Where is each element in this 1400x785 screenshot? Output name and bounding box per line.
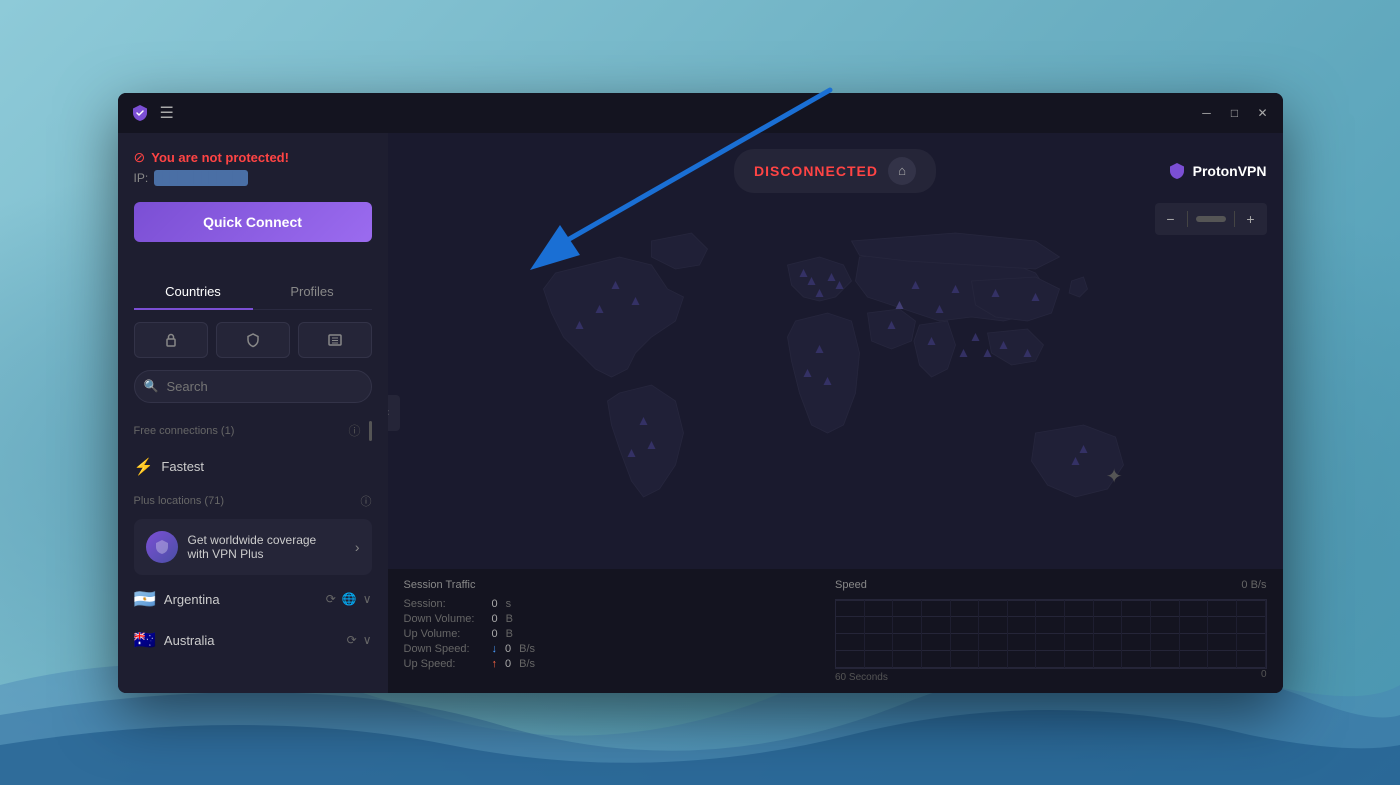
connection-status-badge: DISCONNECTED ⌂ bbox=[734, 149, 936, 193]
proton-shield-icon bbox=[130, 103, 150, 123]
tab-countries[interactable]: Countries bbox=[134, 274, 253, 309]
main-content: ⊘ You are not protected! IP: ██████████ … bbox=[118, 133, 1283, 693]
search-box: 🔍 bbox=[134, 370, 372, 403]
stat-session: Session: 0 s bbox=[404, 598, 836, 610]
protection-status: ⊘ You are not protected! bbox=[134, 149, 372, 166]
upgrade-subtitle: with VPN Plus bbox=[188, 547, 345, 561]
shield-icon bbox=[245, 332, 261, 348]
argentina-globe-icon[interactable]: 🌐 bbox=[342, 592, 357, 606]
up-arrow-icon: ↑ bbox=[492, 658, 498, 670]
ip-value: ██████████ bbox=[154, 170, 248, 186]
minimize-button[interactable]: ─ bbox=[1199, 105, 1215, 121]
fastest-server-item[interactable]: ⚡ Fastest bbox=[126, 447, 380, 487]
australia-connect-icon[interactable]: ⟳ bbox=[347, 633, 357, 647]
server-list: Free connections (1) ⓘ ⚡ Fastest Plus lo… bbox=[118, 415, 388, 693]
world-map-container: ✦ bbox=[388, 209, 1283, 569]
sidebar-collapse-button[interactable]: ‹ bbox=[388, 395, 400, 431]
proton-logo: ProtonVPN bbox=[1167, 161, 1267, 181]
close-button[interactable]: ✕ bbox=[1255, 105, 1271, 121]
session-traffic-label: Session Traffic bbox=[404, 579, 836, 591]
ocean-marker-icon: ✦ bbox=[1106, 464, 1123, 489]
argentina-actions: ⟳ 🌐 ∨ bbox=[326, 592, 372, 606]
upgrade-avatar bbox=[146, 531, 178, 563]
map-panel: ‹ DISCONNECTED ⌂ ProtonVPN − bbox=[388, 133, 1283, 693]
speed-graph bbox=[835, 599, 1267, 669]
window-controls: ─ □ ✕ bbox=[1199, 105, 1271, 121]
upgrade-card[interactable]: Get worldwide coverage with VPN Plus › bbox=[134, 519, 372, 575]
filter-secure-button[interactable] bbox=[216, 322, 290, 358]
title-bar: ☰ ─ □ ✕ bbox=[118, 93, 1283, 133]
lock-icon bbox=[163, 332, 179, 348]
proton-shield-small-icon bbox=[153, 538, 171, 556]
ip-label: IP: bbox=[134, 171, 149, 185]
argentina-name: Argentina bbox=[164, 592, 318, 607]
australia-flag-icon: 🇦🇺 bbox=[134, 630, 156, 651]
stat-up-speed: Up Speed: ↑ 0 B/s bbox=[404, 658, 836, 670]
upgrade-title: Get worldwide coverage bbox=[188, 533, 345, 547]
upgrade-arrow-icon: › bbox=[355, 539, 360, 555]
graph-time-label: 60 Seconds bbox=[835, 672, 888, 683]
warning-icon: ⊘ bbox=[134, 149, 146, 166]
protection-text: You are not protected! bbox=[151, 150, 289, 165]
list-icon bbox=[327, 332, 343, 348]
stat-up-volume: Up Volume: 0 B bbox=[404, 628, 836, 640]
proton-vpn-logo-icon bbox=[1167, 161, 1187, 181]
country-item-australia[interactable]: 🇦🇺 Australia ⟳ ∨ bbox=[126, 620, 380, 661]
plus-locations-header: Plus locations (71) ⓘ bbox=[126, 487, 380, 515]
down-arrow-icon: ↓ bbox=[492, 643, 498, 655]
tab-profiles[interactable]: Profiles bbox=[253, 274, 372, 309]
sidebar: ⊘ You are not protected! IP: ██████████ … bbox=[118, 133, 388, 693]
filter-list-button[interactable] bbox=[298, 322, 372, 358]
australia-actions: ⟳ ∨ bbox=[347, 633, 372, 647]
country-item-argentina[interactable]: 🇦🇷 Argentina ⟳ 🌐 ∨ bbox=[126, 579, 380, 620]
speed-graph-panel: Speed 0 B/s bbox=[835, 579, 1267, 683]
search-icon: 🔍 bbox=[144, 379, 159, 393]
sidebar-header: ⊘ You are not protected! IP: ██████████ … bbox=[118, 133, 388, 274]
argentina-connect-icon[interactable]: ⟳ bbox=[326, 592, 336, 606]
ip-row: IP: ██████████ bbox=[134, 170, 372, 186]
maximize-button[interactable]: □ bbox=[1227, 105, 1243, 121]
australia-expand-icon[interactable]: ∨ bbox=[363, 633, 372, 647]
disconnected-text: DISCONNECTED bbox=[754, 163, 878, 179]
search-input[interactable] bbox=[134, 370, 372, 403]
fastest-icon: ⚡ bbox=[134, 457, 154, 477]
stat-down-speed: Down Speed: ↓ 0 B/s bbox=[404, 643, 836, 655]
graph-zero-label: 0 bbox=[1261, 669, 1267, 683]
filter-all-button[interactable] bbox=[134, 322, 208, 358]
speed-label: Speed bbox=[835, 579, 867, 591]
australia-name: Australia bbox=[164, 633, 339, 648]
filter-icons-bar bbox=[118, 310, 388, 370]
session-traffic-stats: Session Traffic Session: 0 s Down Volume… bbox=[404, 579, 836, 683]
world-map-svg bbox=[388, 209, 1283, 569]
quick-connect-button[interactable]: Quick Connect bbox=[134, 202, 372, 242]
stats-panel: Session Traffic Session: 0 s Down Volume… bbox=[388, 569, 1283, 693]
map-header: DISCONNECTED ⌂ ProtonVPN bbox=[388, 133, 1283, 209]
scrollbar-thumb bbox=[369, 421, 372, 441]
home-button[interactable]: ⌂ bbox=[888, 157, 916, 185]
argentina-flag-icon: 🇦🇷 bbox=[134, 589, 156, 610]
plus-info-icon: ⓘ bbox=[361, 493, 372, 509]
tab-bar: Countries Profiles bbox=[134, 274, 372, 310]
app-window: ☰ ─ □ ✕ ⊘ You are not protected! IP: ███… bbox=[118, 93, 1283, 693]
free-connections-header: Free connections (1) ⓘ bbox=[126, 415, 380, 447]
speed-value: 0 B/s bbox=[1241, 579, 1266, 591]
info-icon: ⓘ bbox=[348, 422, 360, 439]
graph-columns bbox=[836, 600, 1266, 668]
stat-down-volume: Down Volume: 0 B bbox=[404, 613, 836, 625]
upgrade-card-text: Get worldwide coverage with VPN Plus bbox=[188, 533, 345, 561]
argentina-expand-icon[interactable]: ∨ bbox=[363, 592, 372, 606]
app-logo bbox=[130, 103, 150, 123]
hamburger-menu-icon[interactable]: ☰ bbox=[160, 103, 174, 123]
